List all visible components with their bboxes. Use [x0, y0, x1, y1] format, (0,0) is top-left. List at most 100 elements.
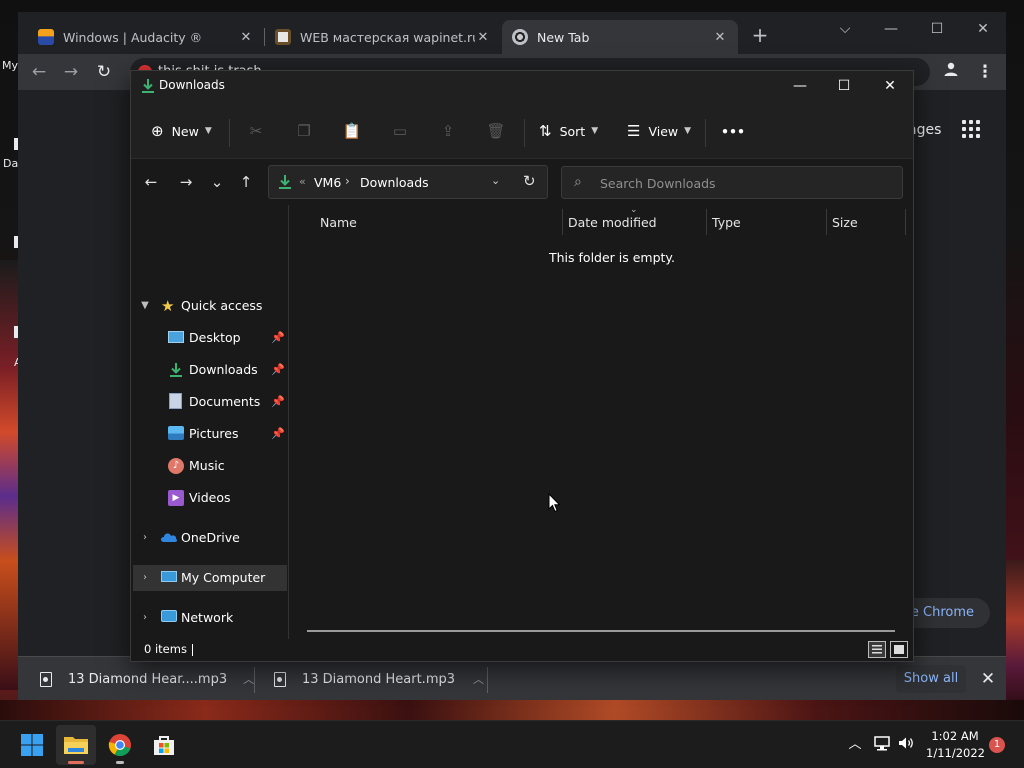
paste-icon[interactable]: 📋 — [342, 121, 362, 141]
chrome-menu-button[interactable]: ⋮ — [972, 59, 998, 85]
delete-icon[interactable]: 🗑 — [486, 121, 506, 141]
chevron-down-icon[interactable]: ▼ — [139, 300, 151, 311]
clock-date[interactable]: 1/11/2022 — [926, 746, 985, 760]
nav-music[interactable]: ♪ Music — [131, 453, 287, 479]
nav-network[interactable]: › Network — [131, 605, 287, 631]
search-box[interactable]: ⌕ — [561, 166, 903, 199]
share-icon[interactable]: ⇪ — [438, 121, 458, 141]
maximize-button[interactable]: ☐ — [914, 16, 960, 42]
pin-icon[interactable]: 📌 — [271, 395, 285, 408]
column-separator[interactable] — [826, 209, 827, 235]
new-tab-button[interactable]: + — [748, 24, 772, 48]
chevron-right-icon[interactable]: › — [139, 612, 151, 623]
back-button[interactable]: ← — [26, 59, 52, 85]
close-button[interactable]: ✕ — [960, 16, 1006, 42]
download-item[interactable]: 13 Diamond Hear....mp3 ︿ — [40, 663, 254, 695]
chrome-taskbar-button[interactable] — [100, 725, 140, 765]
minimize-button[interactable]: — — [868, 16, 914, 42]
more-options-button[interactable]: ••• — [721, 117, 745, 145]
column-separator[interactable] — [706, 209, 707, 235]
rename-icon[interactable]: ▭ — [390, 121, 410, 141]
breadcrumb-downloads[interactable]: Downloads — [360, 175, 429, 190]
close-downloads-bar-button[interactable]: ✕ — [976, 667, 1000, 691]
store-taskbar-button[interactable] — [144, 725, 184, 765]
up-button[interactable]: ↑ — [235, 171, 257, 193]
chevron-up-icon[interactable]: ︿ — [243, 671, 254, 687]
column-separator[interactable] — [562, 209, 563, 235]
nav-quick-access[interactable]: ▼ ★ Quick access — [131, 293, 287, 319]
nav-onedrive[interactable]: › OneDrive — [131, 525, 287, 551]
refresh-icon[interactable]: ↻ — [523, 172, 536, 190]
new-button[interactable]: ⊕ New ▼ — [151, 117, 212, 145]
chevron-down-icon: ▼ — [684, 126, 692, 136]
breadcrumb-overflow[interactable]: « — [299, 175, 306, 188]
tab-search-button[interactable]: ⌵ — [822, 16, 868, 42]
details-view-button[interactable] — [868, 641, 886, 658]
breadcrumb-separator[interactable]: › — [345, 174, 350, 188]
nav-desktop[interactable]: Desktop 📌 — [131, 325, 287, 351]
chrome-tab-wapinet[interactable]: WEB мастерская wapinet.ru - 13 ✕ — [265, 20, 501, 54]
sort-button[interactable]: ⇅ Sort ▼ — [539, 117, 598, 145]
volume-icon[interactable] — [896, 735, 916, 755]
pane-splitter[interactable] — [288, 205, 289, 639]
download-item[interactable]: 13 Diamond Heart.mp3 ︿ — [274, 663, 484, 695]
show-hidden-icons-button[interactable]: ︿ — [845, 735, 865, 755]
tab-title: New Tab — [537, 29, 590, 45]
chevron-up-icon[interactable]: ︿ — [473, 671, 484, 687]
downloads-icon — [142, 79, 154, 93]
clock-time[interactable]: 1:02 AM — [926, 729, 984, 743]
view-button[interactable]: ☰ View ▼ — [627, 117, 691, 145]
show-all-button[interactable]: Show all — [896, 665, 966, 693]
file-explorer-taskbar-button[interactable] — [56, 725, 96, 765]
horizontal-scrollbar[interactable] — [307, 630, 895, 632]
mouse-cursor-icon — [548, 493, 561, 513]
address-dropdown-icon[interactable]: ⌄ — [491, 174, 500, 187]
item-count: 0 items — [144, 642, 187, 656]
copy-icon[interactable]: ❐ — [294, 121, 314, 141]
nav-label: Pictures — [189, 426, 239, 441]
minimize-button[interactable]: — — [777, 71, 823, 101]
column-separator[interactable] — [905, 209, 906, 235]
pin-icon[interactable]: 📌 — [271, 427, 285, 440]
onedrive-cloud-icon — [161, 533, 178, 542]
back-button[interactable]: ← — [140, 171, 162, 193]
forward-button[interactable]: → — [175, 171, 197, 193]
reload-button[interactable]: ↻ — [91, 59, 117, 85]
active-indicator — [68, 761, 84, 764]
explorer-title-bar: Downloads — ☐ ✕ — [131, 71, 913, 101]
maximize-button[interactable]: ☐ — [821, 71, 867, 101]
nav-documents[interactable]: Documents 📌 — [131, 389, 287, 415]
forward-button[interactable]: → — [58, 59, 84, 85]
tab-close-icon[interactable]: ✕ — [475, 30, 491, 45]
column-header-date-modified[interactable]: Date modified — [568, 215, 657, 230]
chevron-right-icon[interactable]: › — [139, 572, 151, 583]
pin-icon[interactable]: 📌 — [271, 331, 285, 344]
apps-grid-icon[interactable] — [962, 120, 980, 138]
column-header-name[interactable]: Name — [320, 215, 357, 230]
address-bar[interactable]: « VM6 › Downloads ⌄ ↻ — [268, 165, 548, 199]
nav-videos[interactable]: ▶ Videos — [131, 485, 287, 511]
downloads-folder-icon — [170, 363, 182, 377]
search-input[interactable] — [600, 174, 890, 192]
nav-downloads[interactable]: Downloads 📌 — [131, 357, 287, 383]
notification-badge[interactable]: 1 — [989, 737, 1005, 753]
pin-icon[interactable]: 📌 — [271, 363, 285, 376]
large-icons-view-button[interactable] — [890, 641, 908, 658]
tab-close-icon[interactable]: ✕ — [712, 30, 728, 45]
nav-pictures[interactable]: Pictures 📌 — [131, 421, 287, 447]
start-button[interactable] — [12, 725, 52, 765]
network-status-icon[interactable] — [872, 735, 892, 755]
close-button[interactable]: ✕ — [867, 71, 913, 101]
nav-my-computer[interactable]: › My Computer — [133, 565, 287, 591]
chevron-right-icon[interactable]: › — [139, 532, 151, 543]
cut-icon[interactable]: ✂ — [246, 121, 266, 141]
column-header-type[interactable]: Type — [712, 215, 741, 230]
chrome-tab-audacity[interactable]: Windows | Audacity ® ✕ — [28, 20, 264, 54]
profile-icon[interactable] — [938, 59, 964, 85]
new-label: New — [171, 123, 199, 139]
column-header-size[interactable]: Size — [832, 215, 858, 230]
recent-locations-button[interactable]: ⌄ — [206, 171, 228, 193]
breadcrumb-vm6[interactable]: VM6 — [314, 175, 341, 190]
chrome-tab-new-tab[interactable]: New Tab ✕ — [502, 20, 738, 54]
tab-close-icon[interactable]: ✕ — [238, 30, 254, 45]
